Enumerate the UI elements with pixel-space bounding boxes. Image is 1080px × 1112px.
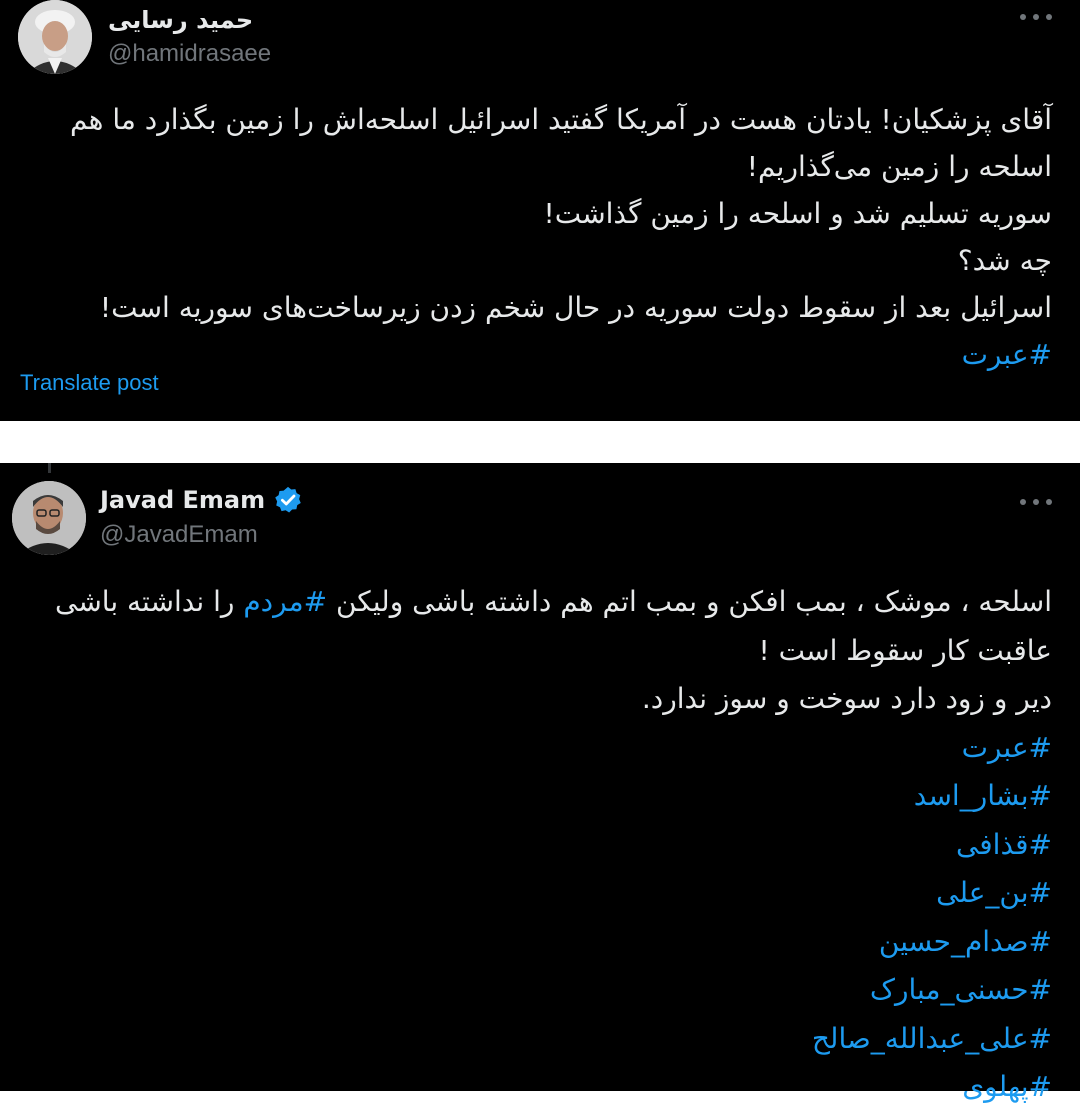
tweet-line: عاقبت کار سقوط است ! — [758, 633, 1053, 667]
tweet-hamidrasaee: حمید رسایی @hamidrasaee آقای پزشکیان! یا… — [0, 0, 1080, 421]
tweet-line: اسلحه ، موشک ، بمب افکن و بمب اتم هم داش… — [55, 585, 1052, 618]
tweet-line: آقای پزشکیان! یادتان هست در آمریکا گفتید… — [70, 103, 1052, 136]
tweet-line: اسلحه را زمین می‌گذاریم! — [746, 150, 1052, 183]
tweet-line: سوریه تسلیم شد و اسلحه را زمین گذاشت! — [543, 197, 1052, 230]
tweet-line: اسرائیل بعد از سقوط دولت سوریه در حال شخ… — [99, 291, 1052, 324]
author-handle[interactable]: @hamidrasaee — [108, 40, 271, 68]
tweet-text: اسلحه ، موشک ، بمب افکن و بمب اتم هم داش… — [12, 578, 1052, 1112]
hashtag-link[interactable]: #صدام_حسین — [12, 918, 1052, 967]
avatar[interactable] — [12, 481, 86, 555]
tweet-line: چه شد؟ — [957, 244, 1052, 277]
hashtag-link[interactable]: #حسنی_مبارک — [12, 966, 1052, 1015]
hashtag-link[interactable]: #پهلوی — [12, 1063, 1052, 1112]
author-name[interactable]: Javad Emam — [100, 485, 303, 515]
tweet-line: دیر و زود دارد سوخت و سوز ندارد. — [641, 682, 1052, 715]
more-horizontal-icon — [1020, 14, 1026, 20]
thread-connector — [48, 463, 51, 473]
more-options-button[interactable] — [1020, 10, 1052, 24]
hashtag-link[interactable]: #عبرت — [12, 331, 1052, 378]
more-horizontal-icon — [1020, 499, 1026, 505]
author-name[interactable]: حمید رسایی — [108, 6, 271, 34]
hashtag-link[interactable]: #بشار_اسد — [12, 772, 1052, 821]
verified-badge-icon — [275, 486, 301, 513]
hashtag-link[interactable]: #عبرت — [12, 724, 1052, 773]
hashtag-link[interactable]: #قذافی — [12, 821, 1052, 870]
tweet-text: آقای پزشکیان! یادتان هست در آمریکا گفتید… — [12, 96, 1052, 378]
more-options-button[interactable] — [1020, 495, 1052, 509]
hashtag-link[interactable]: #مردم — [243, 585, 327, 618]
author-handle[interactable]: @JavadEmam — [100, 521, 303, 549]
translate-post-link[interactable]: Translate post — [20, 370, 159, 396]
hashtag-link[interactable]: #علی_عبدالله_صالح — [12, 1015, 1052, 1064]
hashtag-link[interactable]: #بن_علی — [12, 869, 1052, 918]
tweet-javademam: Javad Emam @JavadEmam اسلحه ، موشک ، بمب… — [0, 463, 1080, 1103]
avatar[interactable] — [18, 0, 92, 74]
